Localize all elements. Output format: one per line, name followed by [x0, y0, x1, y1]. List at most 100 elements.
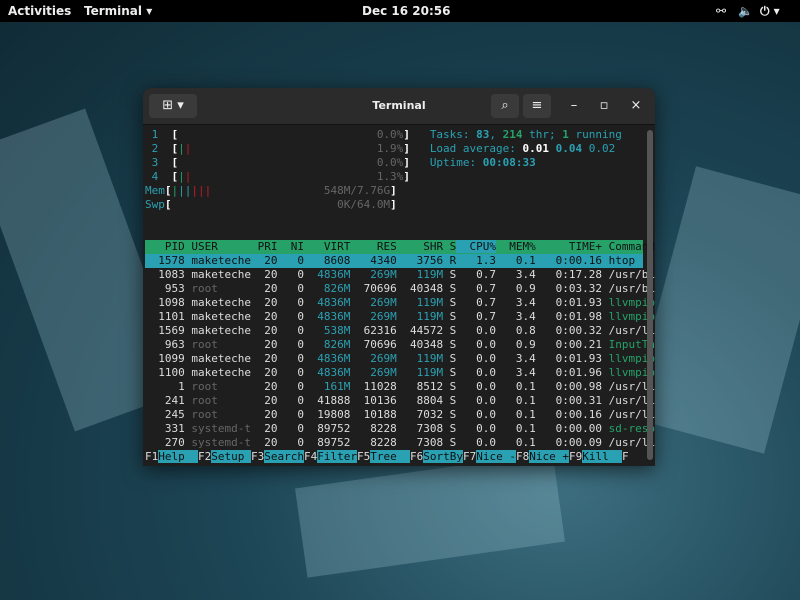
meter-row: Swp[ 0K/64.0M]: [145, 198, 643, 212]
cell: 0.0: [456, 380, 496, 393]
summary-text: ,: [489, 128, 502, 141]
app-menu[interactable]: Terminal ▾: [84, 4, 152, 18]
minimize-button[interactable]: –: [563, 94, 585, 118]
cell: 20: [251, 324, 278, 337]
cell: root: [185, 282, 251, 295]
hamburger-icon: ≡: [532, 98, 543, 113]
cell: 0: [277, 324, 304, 337]
cell: S: [443, 394, 456, 407]
htop-output[interactable]: 1 [ 0.0%] Tasks: 83, 214 thr; 1 running …: [143, 126, 643, 466]
fkey-label: F8: [516, 450, 529, 463]
network-icon[interactable]: ⚯: [716, 4, 726, 18]
cell: 40348: [397, 338, 443, 351]
process-row[interactable]: 1 root 20 0 161M 11028 8512 S 0.0 0.1 0:…: [145, 380, 643, 394]
cell: 0: [277, 254, 304, 267]
cell: 20: [251, 366, 278, 379]
process-row[interactable]: 953 root 20 0 826M 70696 40348 S 0.7 0.9…: [145, 282, 643, 296]
cell: S: [443, 296, 456, 309]
process-row[interactable]: 245 root 20 0 19808 10188 7032 S 0.0 0.1…: [145, 408, 643, 422]
cell: 0: [277, 268, 304, 281]
volume-icon[interactable]: 🔈: [738, 4, 753, 18]
fkey-label: F: [622, 450, 629, 463]
process-row[interactable]: 1101 maketeche 20 0 4836M 269M 119M S 0.…: [145, 310, 643, 324]
column-header-virt: VIRT: [304, 240, 350, 253]
fkey-kill[interactable]: Kill: [582, 450, 622, 463]
process-row[interactable]: 1099 maketeche 20 0 4836M 269M 119M S 0.…: [145, 352, 643, 366]
scrollbar[interactable]: [647, 130, 653, 460]
process-row[interactable]: 331 systemd-t 20 0 89752 8228 7308 S 0.0…: [145, 422, 643, 436]
menu-button[interactable]: ≡: [523, 94, 551, 118]
text: [: [165, 198, 172, 211]
cell: 0.1: [496, 380, 536, 393]
meter-label: 3: [145, 156, 172, 169]
cell: 0:17.28: [536, 268, 602, 281]
cell: R: [443, 254, 456, 267]
fkey-help[interactable]: Help: [158, 450, 198, 463]
cell: 269M: [350, 296, 396, 309]
maximize-icon: ▫: [600, 98, 609, 113]
cell: 269M: [350, 366, 396, 379]
fkey-setup[interactable]: Setup: [211, 450, 251, 463]
summary-text: Uptime:: [430, 156, 483, 169]
fkey-label: F3: [251, 450, 264, 463]
cell: S: [443, 352, 456, 365]
fkey-search[interactable]: Search: [264, 450, 304, 463]
meter-label: 2: [145, 142, 172, 155]
search-button[interactable]: ⌕: [491, 94, 519, 118]
column-header-ni: NI: [277, 240, 304, 253]
close-button[interactable]: ×: [625, 94, 647, 118]
cell: 0.8: [496, 324, 536, 337]
cell: 20: [251, 310, 278, 323]
cell: root: [185, 408, 251, 421]
summary-text: Tasks:: [430, 128, 476, 141]
fkey-label: F2: [198, 450, 211, 463]
fkey-tree[interactable]: Tree: [370, 450, 410, 463]
cell: 0: [277, 422, 304, 435]
process-row[interactable]: 270 systemd-t 20 0 89752 8228 7308 S 0.0…: [145, 436, 643, 450]
cell: S: [443, 380, 456, 393]
process-row[interactable]: 1098 maketeche 20 0 4836M 269M 119M S 0.…: [145, 296, 643, 310]
process-row[interactable]: 1578 maketeche 20 0 8608 4340 3756 R 1.3…: [145, 254, 643, 268]
cell: 0: [277, 296, 304, 309]
cell: S: [443, 408, 456, 421]
power-icon[interactable]: ⏻ ▾: [760, 4, 780, 19]
maximize-button[interactable]: ▫: [593, 94, 615, 118]
cell: 0: [277, 394, 304, 407]
fkey-filter[interactable]: Filter: [317, 450, 357, 463]
text: [191, 142, 376, 155]
process-row[interactable]: 1083 maketeche 20 0 4836M 269M 119M S 0.…: [145, 268, 643, 282]
fkey-sortby[interactable]: SortBy: [423, 450, 463, 463]
activities-button[interactable]: Activities: [8, 4, 71, 18]
cell: 20: [251, 352, 278, 365]
cell: 3.4: [496, 352, 536, 365]
cell: 11028: [350, 380, 396, 393]
fkey-nice-[interactable]: Nice -: [476, 450, 516, 463]
cell: root: [185, 380, 251, 393]
process-row[interactable]: 1100 maketeche 20 0 4836M 269M 119M S 0.…: [145, 366, 643, 380]
column-header-pid: PID: [145, 240, 185, 253]
clock[interactable]: Dec 16 20:56: [362, 4, 450, 18]
cell: 826M: [304, 282, 350, 295]
meter-value: 548M/7.76G: [324, 184, 390, 197]
cell: 270: [145, 436, 185, 449]
cell: 0.0: [456, 366, 496, 379]
cell: 0.0: [456, 422, 496, 435]
cell: 8512: [397, 380, 443, 393]
process-row[interactable]: 241 root 20 0 41888 10136 8804 S 0.0 0.1…: [145, 394, 643, 408]
process-row[interactable]: 963 root 20 0 826M 70696 40348 S 0.0 0.9…: [145, 338, 643, 352]
cell: 1101: [145, 310, 185, 323]
process-row[interactable]: 1569 maketeche 20 0 538M 62316 44572 S 0…: [145, 324, 643, 338]
column-header-time: TIME+: [536, 240, 602, 253]
meter-label: 4: [145, 170, 172, 183]
cell: 70696: [350, 282, 396, 295]
meter-bar: |: [178, 170, 185, 183]
text: ]: [403, 170, 410, 183]
cell: root: [185, 394, 251, 407]
cell: 0: [277, 310, 304, 323]
meter-label: Swp: [145, 198, 165, 211]
search-icon: ⌕: [501, 98, 508, 113]
cell: 0:01.93: [536, 352, 602, 365]
fkey-nice-[interactable]: Nice +: [529, 450, 569, 463]
cell: 8804: [397, 394, 443, 407]
column-header-s: S: [443, 240, 456, 253]
